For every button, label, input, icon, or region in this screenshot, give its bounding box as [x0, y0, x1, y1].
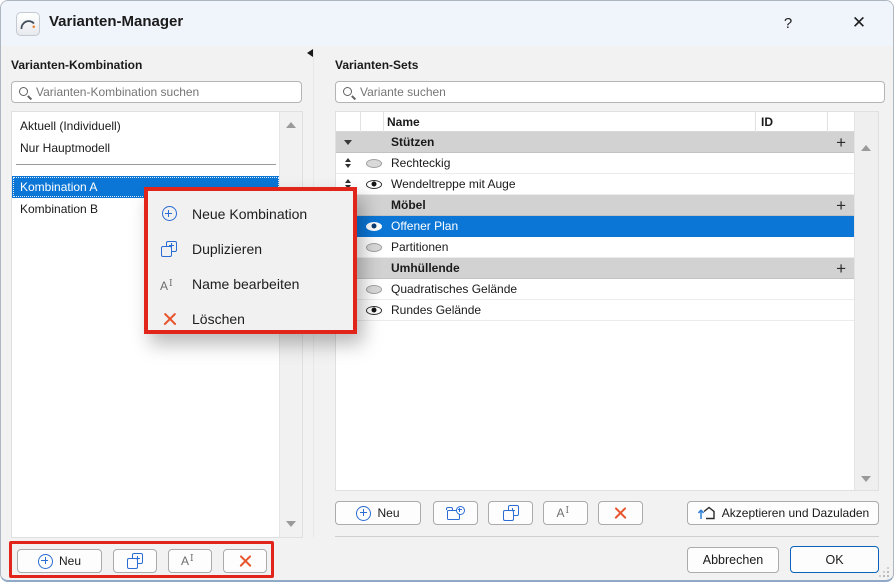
- scroll-down-icon[interactable]: [286, 521, 296, 527]
- combination-search-input[interactable]: [36, 85, 301, 99]
- group-name: Stützen: [391, 135, 435, 149]
- duplicate-combination-button[interactable]: [113, 549, 157, 573]
- scroll-up-icon[interactable]: [286, 122, 296, 128]
- menu-item-rename[interactable]: AI Name bearbeiten: [148, 266, 353, 301]
- eye-closed-icon[interactable]: [365, 242, 382, 252]
- menu-item-new-combination[interactable]: Neue Kombination: [148, 196, 353, 231]
- window-title: Varianten-Manager: [49, 13, 184, 30]
- search-icon: [18, 86, 31, 99]
- variant-row-selected[interactable]: Offener Plan: [336, 216, 855, 237]
- new-variant-set-button[interactable]: Neu: [335, 501, 421, 525]
- variant-row[interactable]: Rundes Gelände: [336, 300, 855, 321]
- variant-name: Offener Plan: [391, 219, 459, 233]
- variant-search-input[interactable]: [360, 85, 884, 99]
- eye-open-icon[interactable]: [365, 305, 382, 315]
- footer-separator: [335, 536, 879, 537]
- duplicate-icon: [127, 553, 143, 569]
- close-button[interactable]: ✕: [843, 9, 875, 37]
- add-variant-icon[interactable]: +: [836, 132, 846, 153]
- eye-open-icon[interactable]: [365, 179, 382, 189]
- duplicate-icon: [161, 240, 177, 257]
- left-panel-title: Varianten-Kombination: [11, 58, 143, 72]
- group-row[interactable]: Umhüllende +: [336, 258, 855, 279]
- menu-item-label: Löschen: [192, 310, 245, 327]
- new-button-label: Neu: [58, 554, 81, 568]
- group-row[interactable]: Möbel +: [336, 195, 855, 216]
- group-name: Möbel: [391, 198, 426, 212]
- rename-combination-button[interactable]: AI: [168, 549, 212, 573]
- plus-circle-icon: [37, 553, 53, 569]
- variant-search-box[interactable]: [335, 81, 885, 103]
- variant-name: Wendeltreppe mit Auge: [391, 177, 516, 191]
- list-item[interactable]: Nur Hauptmodell: [12, 137, 280, 159]
- delete-variant-button[interactable]: [598, 501, 643, 525]
- add-variant-icon[interactable]: +: [836, 195, 846, 216]
- collapse-panel-icon[interactable]: [307, 49, 313, 57]
- variant-name: Quadratisches Gelände: [391, 282, 518, 296]
- new-button-label: Neu: [377, 506, 400, 520]
- menu-item-duplicate[interactable]: Duplizieren: [148, 231, 353, 266]
- plus-circle-icon: [356, 505, 372, 521]
- delete-x-icon: [162, 312, 176, 326]
- add-variant-icon[interactable]: +: [836, 258, 846, 279]
- variant-row[interactable]: Partitionen: [336, 237, 855, 258]
- resize-grip[interactable]: [879, 567, 889, 577]
- rename-icon: AI: [160, 278, 173, 293]
- column-header-id[interactable]: ID: [761, 115, 773, 129]
- house-up-arrow-icon: [697, 506, 715, 520]
- variant-row[interactable]: Wendeltreppe mit Auge: [336, 174, 855, 195]
- group-name: Umhüllende: [391, 261, 460, 275]
- delete-x-icon: [614, 506, 628, 520]
- list-item[interactable]: Aktuell (Individuell): [12, 115, 280, 137]
- search-icon: [342, 86, 355, 99]
- delete-combination-button[interactable]: [223, 549, 267, 573]
- archicad-app-icon: [16, 12, 40, 36]
- variant-name: Rechteckig: [391, 156, 451, 170]
- scroll-up-icon[interactable]: [861, 145, 871, 151]
- right-panel-title: Varianten-Sets: [335, 58, 419, 72]
- variant-name: Rundes Gelände: [391, 303, 482, 317]
- eye-open-icon[interactable]: [365, 221, 382, 231]
- ok-button[interactable]: OK: [790, 546, 879, 573]
- variant-row[interactable]: Quadratisches Gelände: [336, 279, 855, 300]
- scroll-down-icon[interactable]: [861, 476, 871, 482]
- plus-circle-icon: [161, 206, 177, 221]
- rename-icon: AI: [556, 506, 570, 520]
- rename-variant-button[interactable]: AI: [543, 501, 588, 525]
- list-divider: [16, 164, 276, 165]
- combination-search-box[interactable]: [11, 81, 302, 103]
- new-variant-in-set-button[interactable]: [433, 501, 478, 525]
- variant-name: Partitionen: [391, 240, 449, 254]
- collapse-group-icon[interactable]: [344, 139, 352, 145]
- variant-sets-table: Name ID Stützen + Rechteckig Wendeltrepp…: [335, 111, 879, 491]
- menu-item-label: Name bearbeiten: [192, 275, 300, 292]
- column-header-name[interactable]: Name: [387, 115, 420, 129]
- delete-x-icon: [238, 554, 252, 568]
- varianten-manager-dialog: Varianten-Manager ? ✕ Varianten-Kombinat…: [0, 0, 894, 582]
- cancel-button[interactable]: Abbrechen: [687, 547, 779, 573]
- accept-button-label: Akzeptieren und Dazuladen: [721, 506, 870, 520]
- group-row[interactable]: Stützen +: [336, 132, 855, 153]
- eye-closed-icon[interactable]: [365, 284, 382, 294]
- combination-context-menu: Neue Kombination Duplizieren AI Name bea…: [144, 187, 357, 334]
- variant-row[interactable]: Rechteckig: [336, 153, 855, 174]
- duplicate-variant-button[interactable]: [488, 501, 533, 525]
- duplicate-icon: [502, 505, 519, 521]
- menu-item-label: Neue Kombination: [192, 205, 308, 222]
- eye-closed-icon[interactable]: [365, 158, 382, 168]
- menu-item-delete[interactable]: Löschen: [148, 301, 353, 336]
- folder-plus-icon: [446, 505, 465, 521]
- rename-icon: AI: [181, 554, 194, 568]
- title-bar: Varianten-Manager ? ✕: [1, 1, 893, 46]
- table-header: Name ID: [336, 112, 855, 132]
- new-combination-button[interactable]: Neu: [17, 549, 102, 573]
- menu-item-label: Duplizieren: [192, 240, 263, 257]
- variant-table-scrollbar[interactable]: [854, 112, 878, 490]
- help-button[interactable]: ?: [772, 9, 804, 37]
- accept-and-load-button[interactable]: Akzeptieren und Dazuladen: [687, 501, 879, 525]
- reorder-handle-icon[interactable]: [345, 158, 351, 168]
